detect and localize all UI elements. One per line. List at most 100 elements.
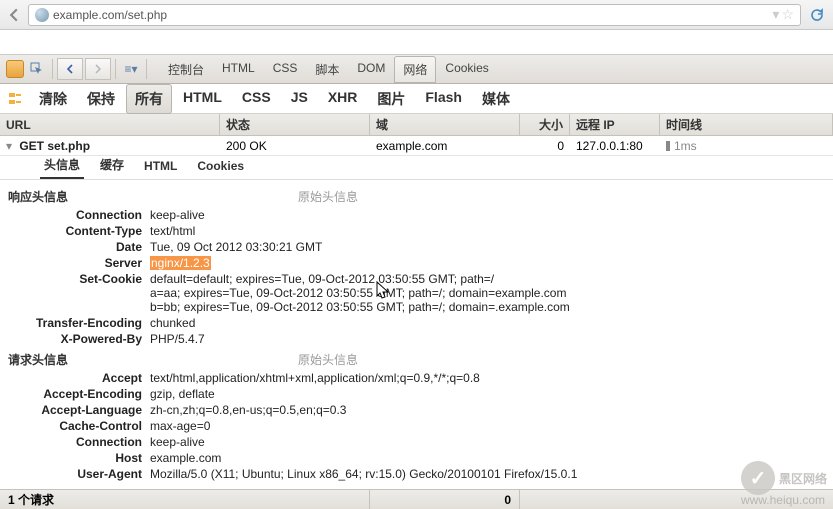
net-icon	[8, 91, 24, 107]
separator	[146, 59, 147, 79]
nav-forward-button[interactable]	[85, 58, 111, 80]
header-value[interactable]: text/html	[150, 224, 833, 238]
detail-tab-2[interactable]: HTML	[140, 155, 181, 179]
table-header: URL 状态 域 大小 远程 IP 时间线	[0, 114, 833, 136]
filter-1[interactable]: 保持	[78, 84, 124, 114]
reload-button[interactable]	[805, 4, 829, 26]
header-row: Accepttext/html,application/xhtml+xml,ap…	[0, 370, 833, 386]
expand-icon[interactable]: ▾	[6, 139, 16, 153]
request-size: 0	[520, 136, 570, 155]
status-bar: 1 个请求 0	[0, 489, 833, 509]
col-url[interactable]: URL	[0, 114, 220, 135]
status-request-count: 1 个请求	[0, 490, 370, 509]
filter-buttons: 清除保持所有HTMLCSSJSXHR图片Flash媒体	[30, 84, 519, 114]
filter-4[interactable]: CSS	[233, 84, 280, 114]
page-content-gap	[0, 30, 833, 54]
response-headers-section: 响应头信息 原始头信息	[0, 186, 833, 207]
panel-tab-html[interactable]: HTML	[213, 56, 264, 83]
header-name: Set-Cookie	[0, 272, 150, 314]
filter-9[interactable]: 媒体	[473, 84, 519, 114]
filter-8[interactable]: Flash	[416, 84, 471, 114]
watermark-url: www.heiqu.com	[741, 493, 825, 507]
inspect-icon[interactable]	[26, 58, 48, 80]
detail-tab-3[interactable]: Cookies	[193, 155, 248, 179]
nav-back-button[interactable]	[57, 58, 83, 80]
header-value[interactable]: chunked	[150, 316, 833, 330]
header-value[interactable]: zh-cn,zh;q=0.8,en-us;q=0.5,en;q=0.3	[150, 403, 833, 417]
header-value[interactable]: Mozilla/5.0 (X11; Ubuntu; Linux x86_64; …	[150, 467, 833, 481]
filter-5[interactable]: JS	[282, 84, 317, 114]
url-input[interactable]: example.com/set.php ▾ ☆	[28, 4, 801, 26]
request-file: set.php	[47, 139, 90, 153]
header-value[interactable]: example.com	[150, 451, 833, 465]
detail-tab-0[interactable]: 头信息	[40, 152, 84, 179]
header-value[interactable]: PHP/5.4.7	[150, 332, 833, 346]
request-timeline: 1ms	[660, 136, 833, 155]
header-value[interactable]: keep-alive	[150, 208, 833, 222]
panel-tab-网络[interactable]: 网络	[394, 56, 436, 83]
request-status: 200 OK	[220, 136, 370, 155]
view-raw-link[interactable]: 原始头信息	[298, 351, 358, 368]
net-filter-bar: 清除保持所有HTMLCSSJSXHR图片Flash媒体	[0, 84, 833, 114]
header-value[interactable]: Tue, 09 Oct 2012 03:30:21 GMT	[150, 240, 833, 254]
header-row: User-AgentMozilla/5.0 (X11; Ubuntu; Linu…	[0, 466, 833, 482]
menu-icon[interactable]: ≡▾	[120, 58, 142, 80]
header-row: Content-Typetext/html	[0, 223, 833, 239]
watermark: ✓ 黑区网络	[741, 461, 827, 495]
globe-icon	[35, 8, 49, 22]
filter-7[interactable]: 图片	[368, 84, 414, 114]
header-name: User-Agent	[0, 467, 150, 481]
bookmark-star-icon[interactable]: ☆	[781, 6, 794, 23]
request-headers-section: 请求头信息 原始头信息	[0, 349, 833, 370]
header-row: Set-Cookiedefault=default; expires=Tue, …	[0, 271, 833, 315]
filter-6[interactable]: XHR	[319, 84, 367, 114]
filter-3[interactable]: HTML	[174, 84, 231, 114]
header-value[interactable]: gzip, deflate	[150, 387, 833, 401]
header-name: Cache-Control	[0, 419, 150, 433]
detail-tab-1[interactable]: 缓存	[96, 152, 128, 179]
filter-2[interactable]: 所有	[126, 84, 172, 114]
url-text: example.com/set.php	[53, 8, 768, 22]
back-button[interactable]	[4, 5, 24, 25]
panel-tab-dom[interactable]: DOM	[348, 56, 394, 83]
header-name: X-Powered-By	[0, 332, 150, 346]
header-row: Accept-Languagezh-cn,zh;q=0.8,en-us;q=0.…	[0, 402, 833, 418]
panel-tab-css[interactable]: CSS	[264, 56, 307, 83]
header-row: Connectionkeep-alive	[0, 207, 833, 223]
col-size[interactable]: 大小	[520, 114, 570, 135]
view-raw-link[interactable]: 原始头信息	[298, 188, 358, 205]
header-row: DateTue, 09 Oct 2012 03:30:21 GMT	[0, 239, 833, 255]
header-name: Server	[0, 256, 150, 270]
col-ip[interactable]: 远程 IP	[570, 114, 660, 135]
col-status[interactable]: 状态	[220, 114, 370, 135]
separator	[52, 59, 53, 79]
feed-icon[interactable]: ▾	[772, 6, 779, 23]
header-row: Cache-Controlmax-age=0	[0, 418, 833, 434]
header-row: Accept-Encodinggzip, deflate	[0, 386, 833, 402]
request-method: GET	[19, 139, 44, 153]
header-value[interactable]: max-age=0	[150, 419, 833, 433]
panel-tab-脚本[interactable]: 脚本	[306, 56, 348, 83]
detail-tabs: 头信息缓存HTMLCookies	[0, 156, 833, 180]
header-value[interactable]: text/html,application/xhtml+xml,applicat…	[150, 371, 833, 385]
header-name: Accept-Language	[0, 403, 150, 417]
firebug-icon[interactable]	[6, 60, 24, 78]
header-row: Connectionkeep-alive	[0, 434, 833, 450]
header-name: Accept	[0, 371, 150, 385]
header-row: Transfer-Encodingchunked	[0, 315, 833, 331]
panel-tab-控制台[interactable]: 控制台	[159, 56, 213, 83]
watermark-logo-icon: ✓	[741, 461, 775, 495]
header-name: Content-Type	[0, 224, 150, 238]
panel-tab-cookies[interactable]: Cookies	[436, 56, 497, 83]
headers-panel: 响应头信息 原始头信息 Connectionkeep-aliveContent-…	[0, 180, 833, 490]
header-value[interactable]: nginx/1.2.3	[150, 256, 833, 270]
separator	[115, 59, 116, 79]
request-domain: example.com	[370, 136, 520, 155]
col-domain[interactable]: 域	[370, 114, 520, 135]
filter-0[interactable]: 清除	[30, 84, 76, 114]
header-value[interactable]: default=default; expires=Tue, 09-Oct-201…	[150, 272, 833, 314]
header-row: Servernginx/1.2.3	[0, 255, 833, 271]
col-timeline[interactable]: 时间线	[660, 114, 833, 135]
panel-tabs: 控制台HTMLCSS脚本DOM网络Cookies	[159, 56, 498, 83]
header-value[interactable]: keep-alive	[150, 435, 833, 449]
